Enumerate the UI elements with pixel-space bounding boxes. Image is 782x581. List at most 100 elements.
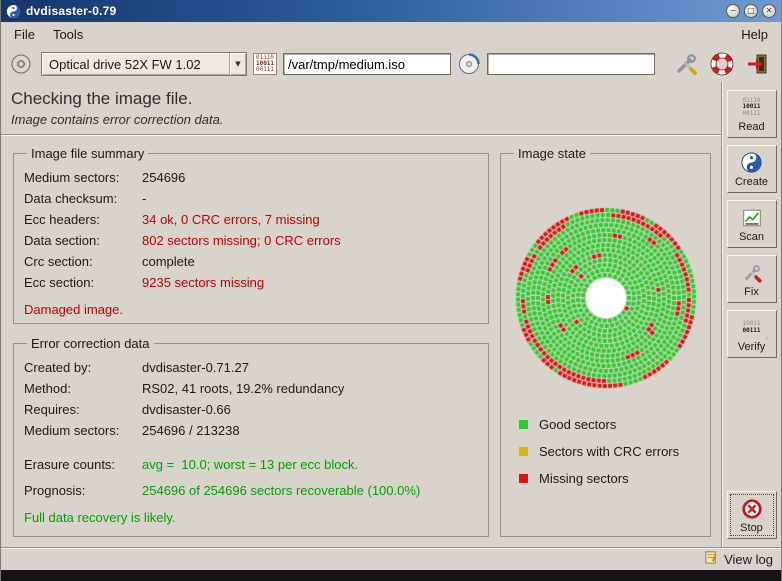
fix-tools-icon [741, 261, 763, 285]
ecc-row: Erasure counts: avg = 10.0; worst = 13 p… [24, 454, 478, 475]
scan-chart-icon [741, 206, 763, 230]
ecc-file-icon [457, 52, 481, 76]
scan-button[interactable]: Scan [727, 200, 777, 248]
summary-row: Medium sectors: 254696 [24, 167, 478, 188]
create-button[interactable]: Create [727, 145, 777, 193]
stop-icon [741, 497, 763, 521]
summary-label: Ecc headers: [24, 209, 142, 230]
fix-button[interactable]: Fix [727, 255, 777, 303]
check-icon: ✓ [765, 336, 769, 343]
menu-tools[interactable]: Tools [44, 24, 92, 45]
missing-sectors-swatch [519, 474, 528, 483]
status-title: Checking the image file. [11, 89, 711, 109]
summary-label: Ecc section: [24, 272, 142, 293]
summary-label: Data checksum: [24, 188, 142, 209]
image-file-summary-frame: Image file summary Medium sectors: 25469… [13, 146, 489, 324]
summary-value: - [142, 188, 146, 209]
image-state-frame: Image state Good sectors Sectors with CR… [500, 146, 711, 537]
drive-selector[interactable]: Optical drive 52X FW 1.02 ▼ [41, 52, 247, 76]
maximize-button[interactable]: □ [744, 4, 758, 18]
summary-verdict: Damaged image. [24, 301, 478, 319]
ecc-label: Prognosis: [24, 480, 142, 501]
menu-help[interactable]: Help [732, 24, 777, 45]
summary-value: 254696 [142, 167, 185, 188]
summary-row: Data checksum: - [24, 188, 478, 209]
read-binary-icon: 01110 10011 00111 [742, 96, 760, 120]
ecc-row: Prognosis: 254696 of 254696 sectors reco… [24, 480, 478, 501]
toolbar: Optical drive 52X FW 1.02 ▼ 01110 10011 … [1, 46, 781, 82]
stop-label: Stop [740, 522, 763, 534]
summary-label: Data section: [24, 230, 142, 251]
binary-line: 00111 [742, 328, 760, 335]
quit-exit-icon[interactable] [745, 51, 771, 77]
window-title: dvdisaster-0.79 [26, 4, 116, 18]
legend-item-missing: Missing sectors [519, 465, 700, 492]
ecc-verdict: Full data recovery is likely. [24, 509, 478, 527]
summary-value: 34 ok, 0 CRC errors, 7 missing [142, 209, 320, 230]
image-file-input[interactable] [283, 53, 451, 75]
ecc-value: dvdisaster-0.66 [142, 399, 231, 420]
crc-errors-swatch [519, 447, 528, 456]
view-log-button[interactable]: View log [704, 550, 773, 568]
statusbar: View log [1, 547, 781, 570]
drive-icon[interactable] [9, 52, 33, 76]
summary-value: 802 sectors missing; 0 CRC errors [142, 230, 341, 251]
ecc-row: Method: RS02, 41 roots, 19.2% redundancy [24, 378, 478, 399]
titlebar[interactable]: dvdisaster-0.79 − □ ✕ [1, 0, 781, 22]
scan-label: Scan [739, 231, 764, 243]
legend-item-good: Good sectors [519, 411, 700, 438]
menubar: File Tools Help [1, 22, 781, 46]
help-lifebuoy-icon[interactable] [709, 51, 735, 77]
ecc-row: Created by: dvdisaster-0.71.27 [24, 357, 478, 378]
ecc-label: Medium sectors: [24, 420, 142, 441]
dvdisaster-window: dvdisaster-0.79 − □ ✕ File Tools Help Op… [0, 0, 782, 581]
summary-label: Crc section: [24, 251, 142, 272]
desktop-strip [1, 570, 781, 581]
binary-line: 00111 [256, 67, 274, 73]
ecc-value: dvdisaster-0.71.27 [142, 357, 249, 378]
toolbar-right-group [673, 51, 773, 77]
ecc-row: Medium sectors: 254696 / 213238 [24, 420, 478, 441]
preferences-tools-icon[interactable] [673, 51, 699, 77]
legend-label: Sectors with CRC errors [539, 444, 679, 459]
close-button[interactable]: ✕ [762, 4, 776, 18]
disc-legend: Good sectors Sectors with CRC errors Mis… [519, 411, 700, 492]
view-log-label: View log [724, 552, 773, 567]
summary-label: Medium sectors: [24, 167, 142, 188]
chevron-down-icon[interactable]: ▼ [229, 53, 246, 75]
ecc-value: 254696 / 213238 [142, 420, 240, 441]
read-button[interactable]: 01110 10011 00111 Read [727, 90, 777, 138]
create-yinyang-icon [741, 151, 762, 175]
verify-binary-check-icon: 10011 00111 ✓ [742, 316, 760, 340]
image-state-legend: Image state [514, 146, 590, 161]
content-area: Checking the image file. Image contains … [1, 82, 781, 547]
minimize-button[interactable]: − [726, 4, 740, 18]
menu-file[interactable]: File [5, 24, 44, 45]
ecc-value: avg = 10.0; worst = 13 per ecc block. [142, 454, 358, 475]
verify-label: Verify [738, 341, 766, 353]
app-logo-icon [6, 4, 21, 19]
status-header: Checking the image file. Image contains … [1, 82, 721, 135]
summary-row: Ecc headers: 34 ok, 0 CRC errors, 7 miss… [24, 209, 478, 230]
ecc-value: RS02, 41 roots, 19.2% redundancy [142, 378, 344, 399]
stop-button[interactable]: Stop [727, 491, 777, 539]
verify-button[interactable]: 10011 00111 ✓ Verify [727, 310, 777, 358]
summary-row: Data section: 802 sectors missing; 0 CRC… [24, 230, 478, 251]
image-file-summary-legend: Image file summary [27, 146, 148, 161]
binary-line: 00111 [742, 111, 760, 118]
disc-visualization [513, 205, 699, 391]
ecc-row: Requires: dvdisaster-0.66 [24, 399, 478, 420]
good-sectors-swatch [519, 420, 528, 429]
legend-label: Good sectors [539, 417, 616, 432]
panels: Image file summary Medium sectors: 25469… [1, 135, 721, 547]
status-subtitle: Image contains error correction data. [11, 112, 711, 127]
summary-row: Crc section: complete [24, 251, 478, 272]
drive-selector-value: Optical drive 52X FW 1.02 [42, 53, 229, 75]
error-correction-data-frame: Error correction data Created by: dvdisa… [13, 336, 489, 537]
summary-row: Ecc section: 9235 sectors missing [24, 272, 478, 293]
ecc-file-input[interactable] [487, 53, 655, 75]
legend-item-crc: Sectors with CRC errors [519, 438, 700, 465]
error-correction-data-legend: Error correction data [27, 336, 154, 351]
action-sidebar: 01110 10011 00111 Read Create [721, 82, 781, 547]
view-log-icon [704, 550, 719, 568]
